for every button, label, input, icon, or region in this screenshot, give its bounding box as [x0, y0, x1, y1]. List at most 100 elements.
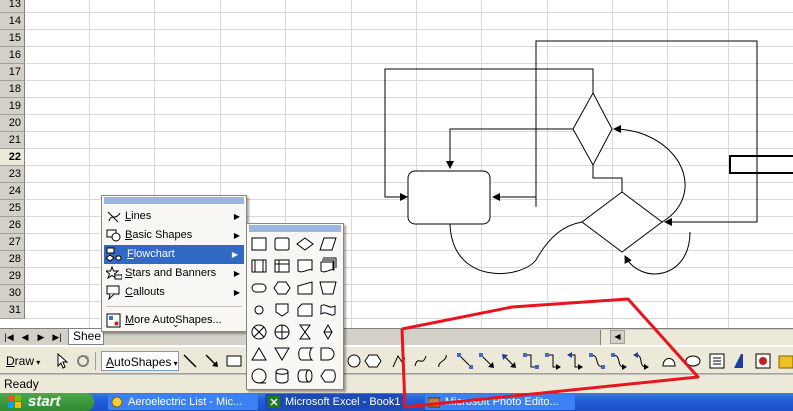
free-rotate-icon[interactable] — [74, 352, 92, 370]
taskbar-button-aeroelectric[interactable]: Aeroelectric List - Mic... — [108, 394, 258, 410]
menu-drag-handle[interactable] — [104, 197, 244, 204]
draw-menu-mnemonic: D — [6, 354, 15, 368]
elbow-arrow-connector-icon[interactable] — [544, 352, 562, 370]
flowchart-or-icon[interactable] — [274, 324, 290, 340]
submenu-drag-handle[interactable] — [249, 225, 341, 232]
connector-line[interactable] — [446, 128, 573, 169]
flowchart-display-icon[interactable] — [320, 369, 336, 383]
flowchart-preparation-icon[interactable] — [273, 281, 291, 295]
menu-item-lines[interactable]: Lines ▶ — [102, 207, 246, 226]
taskbar-button-photo-editor[interactable]: Microsoft Photo Edito... — [425, 394, 575, 410]
flowchart-icon — [106, 247, 122, 262]
flowchart-direct-access-storage-icon[interactable] — [297, 369, 313, 383]
dropdown-arrow-icon: ▾ — [171, 359, 178, 368]
flowchart-document-icon[interactable] — [297, 259, 313, 273]
browser-icon — [111, 396, 123, 408]
straight-arrow-connector-icon[interactable] — [478, 352, 496, 370]
flowchart-alternate-process-icon[interactable] — [274, 237, 290, 251]
shape-partial-icon[interactable] — [660, 352, 678, 370]
autoshapes-menu-button[interactable]: AutoShapes ▾ — [101, 351, 179, 371]
autoshapes-label: utoShapes — [114, 355, 172, 369]
status-bar: Ready — [0, 374, 793, 393]
next-sheet-button[interactable]: ▶ — [34, 330, 48, 344]
photo-editor-icon — [428, 397, 440, 408]
flowchart-multidocument-icon[interactable] — [320, 257, 337, 273]
flowchart-summing-junction-icon[interactable] — [251, 324, 267, 340]
straight-double-arrow-connector-icon[interactable] — [500, 352, 518, 370]
flowchart-sequential-access-storage-icon[interactable] — [251, 368, 267, 384]
scribble-icon[interactable] — [412, 352, 430, 370]
flowchart-shape-palette — [251, 237, 337, 384]
basic-shapes-icon — [106, 229, 121, 242]
menu-item-mnemonic: M — [125, 314, 135, 326]
flowchart-off-page-connector-icon[interactable] — [275, 303, 289, 317]
flowchart-card-icon[interactable] — [297, 303, 313, 317]
menu-item-label: allouts — [132, 286, 165, 298]
connector-line[interactable] — [535, 40, 758, 226]
line-tool-icon[interactable] — [181, 352, 199, 370]
connector-line[interactable] — [592, 165, 623, 192]
start-button[interactable]: start — [0, 393, 94, 411]
flowchart-extract-icon[interactable] — [251, 347, 267, 361]
flowchart-process-icon[interactable] — [251, 237, 267, 251]
hexagon-icon[interactable] — [364, 352, 382, 370]
menu-item-flowchart[interactable]: Flowchart ▶ — [104, 245, 244, 264]
flowchart-collate-icon[interactable] — [299, 324, 311, 340]
flowchart-manual-input-icon[interactable] — [297, 281, 313, 295]
curved-connector-icon[interactable] — [588, 352, 606, 370]
select-objects-icon[interactable] — [53, 352, 71, 370]
menu-item-mnemonic: F — [127, 248, 134, 260]
freeform-icon[interactable] — [390, 352, 408, 370]
taskbar-button-excel[interactable]: Microsoft Excel - Book1 — [265, 394, 403, 410]
rounded-process-box[interactable] — [407, 170, 491, 225]
oval-tool-icon[interactable] — [684, 352, 702, 370]
menu-item-basic-shapes[interactable]: Basic Shapes ▶ — [102, 226, 246, 245]
menu-item-label: ines — [131, 210, 152, 222]
flowchart-sort-icon[interactable] — [323, 323, 333, 341]
flowchart-internal-storage-icon[interactable] — [274, 259, 290, 273]
draw-menu-button[interactable]: Draw ▾ — [6, 351, 48, 371]
taskbar-button-label: Microsoft Photo Edito... — [445, 396, 559, 408]
flowchart-predefined-process-icon[interactable] — [251, 259, 267, 273]
curved-arrow-connector-icon[interactable] — [610, 352, 628, 370]
decision-diamond-upper[interactable] — [572, 91, 613, 167]
elbow-connector-icon[interactable] — [522, 352, 540, 370]
expand-menu-chevron-icon[interactable]: ⌄ — [172, 319, 180, 330]
diagram-icon[interactable] — [754, 352, 772, 370]
menu-item-callouts[interactable]: Callouts ▶ — [102, 283, 246, 302]
drawing-toolbar: Draw ▾ AutoShapes ▾ — [0, 346, 793, 374]
curve-connector-icon[interactable] — [434, 352, 452, 370]
oval-partial-icon[interactable] — [343, 352, 361, 370]
straight-connector-icon[interactable] — [456, 352, 474, 370]
flowchart-merge-icon[interactable] — [274, 347, 290, 361]
flowchart-delay-icon[interactable] — [320, 347, 335, 361]
flowchart-manual-operation-icon[interactable] — [319, 281, 337, 295]
flowchart-connector-icon[interactable] — [254, 305, 264, 315]
elbow-double-arrow-connector-icon[interactable] — [566, 352, 584, 370]
arrow-tool-icon[interactable] — [203, 352, 221, 370]
flowchart-stored-data-icon[interactable] — [298, 347, 314, 361]
horizontal-scrollbar[interactable] — [600, 330, 793, 345]
last-sheet-button[interactable]: ▶| — [50, 330, 64, 344]
curved-double-arrow-connector-icon[interactable] — [632, 352, 650, 370]
curved-connector[interactable] — [449, 221, 583, 275]
scroll-left-arrow-icon[interactable]: ◀ — [610, 330, 625, 344]
draw-menu-label: raw — [14, 354, 35, 368]
clipart-icon[interactable] — [777, 352, 793, 370]
menu-item-label: tars and Banners — [132, 267, 217, 279]
windows-logo-icon — [8, 395, 21, 408]
text-box-icon[interactable] — [708, 352, 726, 370]
rectangle-tool-icon[interactable] — [225, 352, 243, 370]
flowchart-decision-icon[interactable] — [296, 237, 314, 251]
flowchart-punched-tape-icon[interactable] — [320, 304, 336, 316]
first-sheet-button[interactable]: |◀ — [2, 330, 16, 344]
decision-diamond-lower[interactable] — [581, 191, 663, 253]
flowchart-magnetic-disk-icon[interactable] — [275, 368, 289, 384]
more-autoshapes-icon — [106, 313, 121, 328]
wordart-icon[interactable] — [731, 352, 749, 370]
flowchart-terminator-icon[interactable] — [251, 283, 267, 293]
sheet-tab[interactable]: Shee — [68, 329, 104, 345]
menu-item-stars-and-banners[interactable]: Stars and Banners ▶ — [102, 264, 246, 283]
flowchart-data-icon[interactable] — [319, 237, 337, 251]
prev-sheet-button[interactable]: ◀ — [18, 330, 32, 344]
